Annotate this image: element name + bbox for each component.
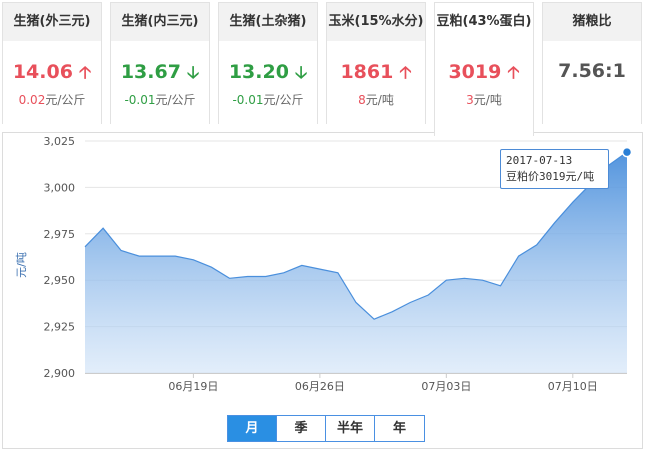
price-cards: 生猪(外三元) 14.06 🡡 0.02元/公斤 生猪(内三元) 13.67 🡣 -… <box>0 0 645 136</box>
card-hog-inner[interactable]: 生猪(内三元) 13.67 🡣 -0.01元/公斤 <box>110 2 210 125</box>
card-title: 生猪(外三元) <box>13 14 91 29</box>
chart-tooltip: 2017-07-13 豆粕价3019元/吨 <box>500 149 609 189</box>
y-axis-label: 元/吨 <box>15 252 28 278</box>
card-price: 13.67 🡣 <box>111 60 209 89</box>
data-point-highlight[interactable] <box>621 146 633 158</box>
arrow-down-icon: 🡣 <box>186 63 200 83</box>
card-change: 0.02元/公斤 <box>18 93 86 107</box>
arrow-down-icon: 🡣 <box>294 63 308 83</box>
card-title: 玉米(15%水分) <box>328 14 424 29</box>
card-price: 1861 🡡 <box>327 60 425 89</box>
range-tab-year[interactable]: 年 <box>375 416 424 441</box>
y-tick-label: 3,025 <box>44 135 76 148</box>
y-tick-label: 2,925 <box>44 321 76 334</box>
card-hog-local[interactable]: 生猪(土杂猪) 13.20 🡣 -0.01元/公斤 <box>218 2 318 125</box>
card-change: -0.01元/公斤 <box>232 93 304 107</box>
arrow-up-icon: 🡡 <box>78 63 92 83</box>
y-tick-label: 3,000 <box>44 181 76 194</box>
x-tick-label: 07月10日 <box>548 380 598 393</box>
card-soymeal[interactable]: 豆粕(43%蛋白) 3019 🡡 3元/吨 <box>434 2 534 136</box>
card-change: -0.01元/公斤 <box>124 93 196 107</box>
card-change: 8元/吨 <box>358 93 394 107</box>
card-price: 7.56:1 <box>558 60 626 82</box>
chart-panel: 2,900 2,925 2,950 2,975 3,000 3,025 06月19日 06月2… <box>2 132 643 449</box>
y-tick-label: 2,975 <box>44 228 76 241</box>
card-price: 14.06 🡡 <box>3 60 101 89</box>
range-tab-quarter[interactable]: 季 <box>277 416 326 441</box>
x-tick-label: 06月19日 <box>168 380 218 393</box>
card-price: 3019 🡡 <box>435 60 533 89</box>
range-tab-month[interactable]: 月 <box>228 416 277 441</box>
card-title: 生猪(土杂猪) <box>229 14 307 29</box>
card-hog-outer[interactable]: 生猪(外三元) 14.06 🡡 0.02元/公斤 <box>2 2 102 125</box>
arrow-up-icon: 🡡 <box>399 63 412 83</box>
card-price: 13.20 🡣 <box>219 60 317 89</box>
tooltip-date: 2017-07-13 <box>506 154 573 167</box>
y-tick-label: 2,900 <box>44 367 76 380</box>
tooltip-value: 豆粕价3019元/吨 <box>506 170 595 183</box>
y-tick-label: 2,950 <box>44 274 76 287</box>
arrow-up-icon: 🡡 <box>507 63 520 83</box>
card-hog-grain-ratio[interactable]: 猪粮比 7.56:1 <box>542 2 642 125</box>
card-corn[interactable]: 玉米(15%水分) 1861 🡡 8元/吨 <box>326 2 426 125</box>
card-change: 3元/吨 <box>466 93 502 107</box>
range-tab-half-year[interactable]: 半年 <box>326 416 375 441</box>
x-tick-label: 06月26日 <box>295 380 345 393</box>
card-title: 豆粕(43%蛋白) <box>436 14 532 29</box>
card-title: 生猪(内三元) <box>121 14 199 29</box>
x-tick-label: 07月03日 <box>421 380 471 393</box>
card-title: 猪粮比 <box>572 14 612 29</box>
range-tabs: 月 季 半年 年 <box>227 415 425 442</box>
